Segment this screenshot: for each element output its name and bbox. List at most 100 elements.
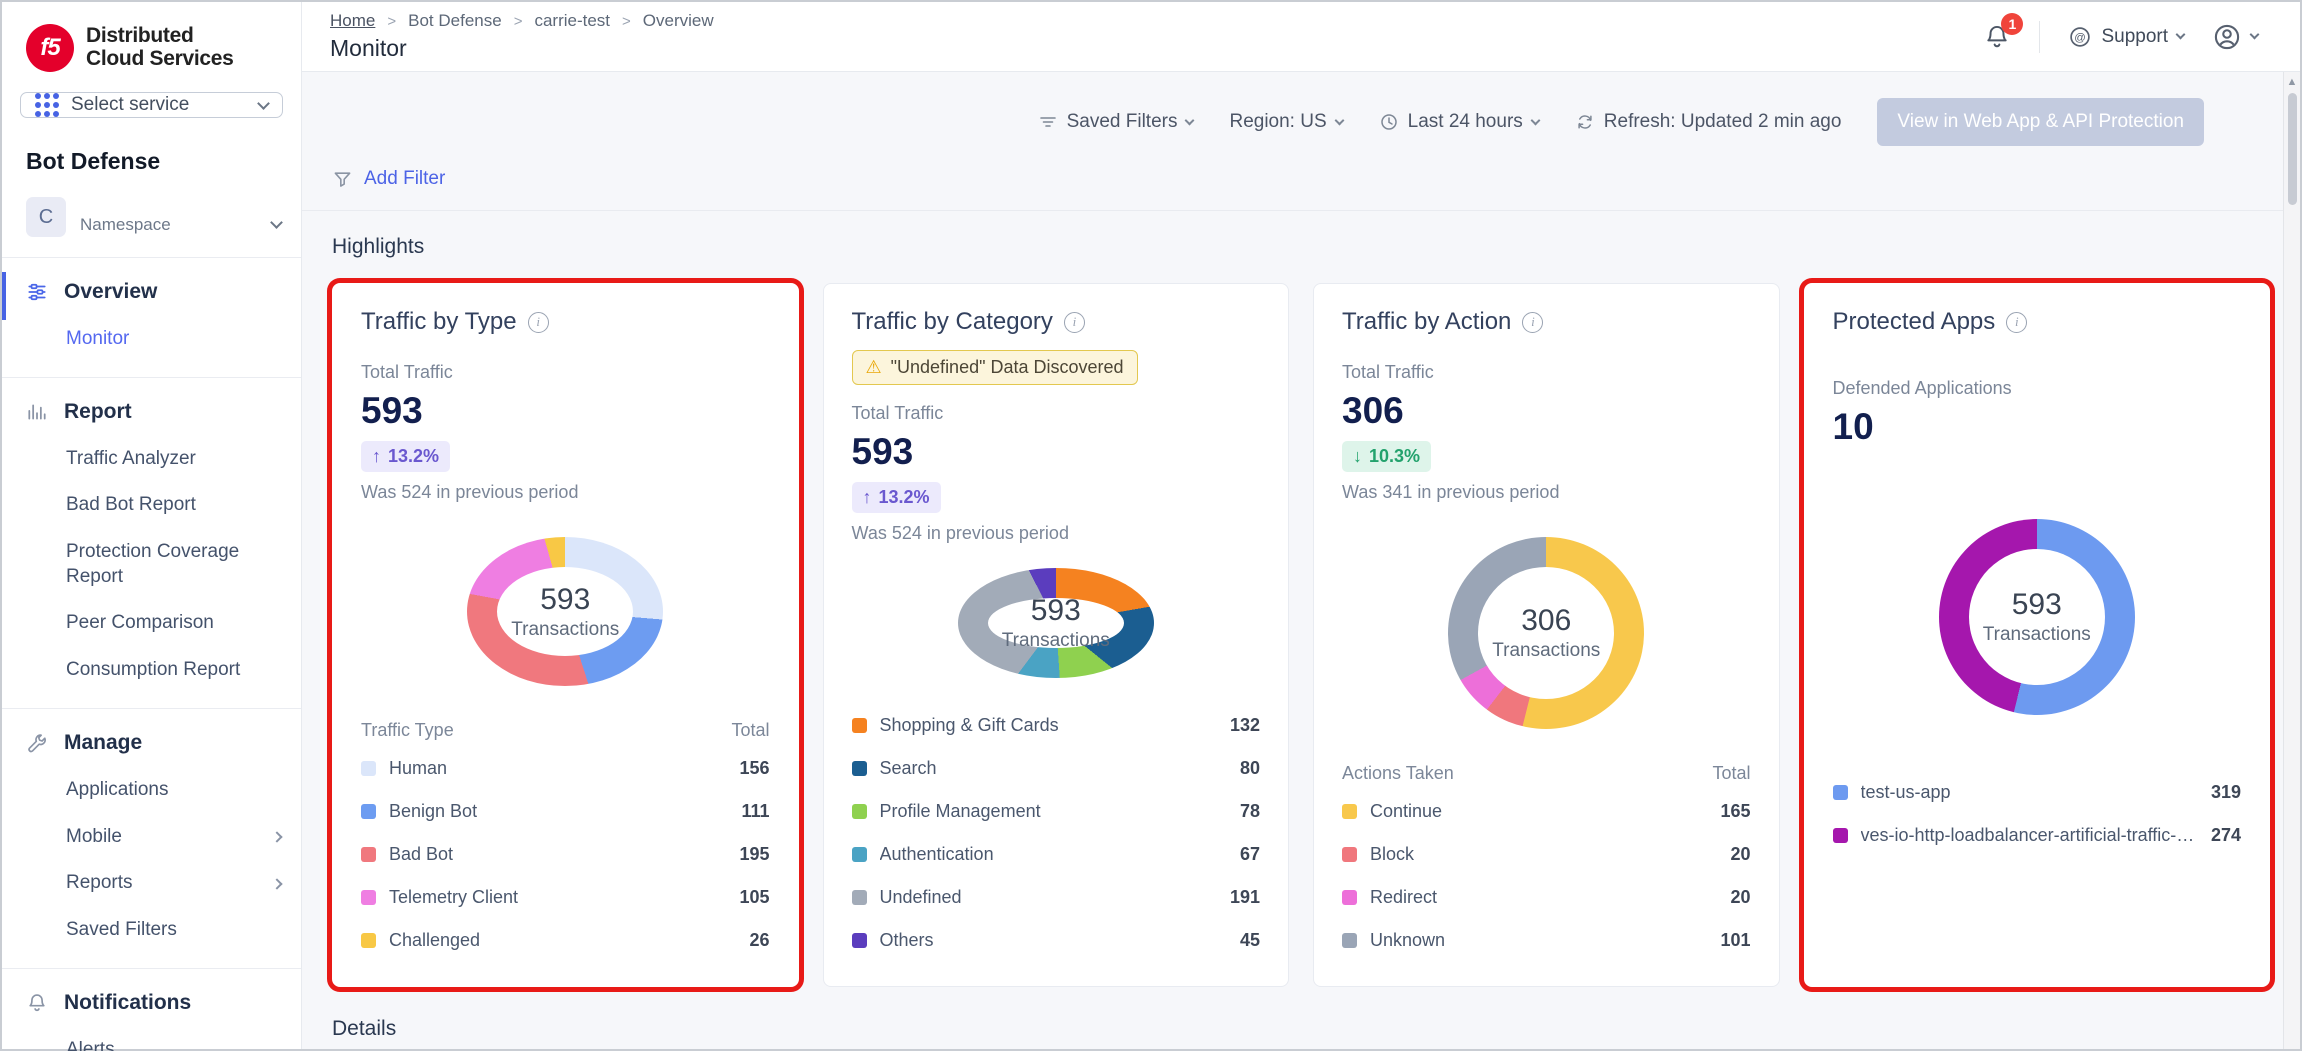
sidebar-section-label: Report bbox=[64, 400, 132, 424]
arrow-up-icon: ↑ bbox=[863, 487, 872, 508]
select-service-dropdown[interactable]: Select service bbox=[20, 92, 283, 118]
sidebar-item-alerts[interactable]: Alerts bbox=[2, 1027, 301, 1051]
legend-item-benign-bot[interactable]: Benign Bot111 bbox=[361, 790, 770, 833]
breadcrumb-bot-defense[interactable]: Bot Defense bbox=[408, 11, 502, 31]
legend-item-challenged[interactable]: Challenged26 bbox=[361, 919, 770, 962]
sidebar-item-peer-comparison[interactable]: Peer Comparison bbox=[2, 600, 301, 647]
legend-item-bad-bot[interactable]: Bad Bot195 bbox=[361, 833, 770, 876]
breadcrumb-home[interactable]: Home bbox=[330, 11, 375, 31]
donut-chart-traffic-by-action[interactable]: 306 Transactions bbox=[1448, 537, 1644, 729]
legend-item-continue[interactable]: Continue165 bbox=[1342, 790, 1751, 833]
add-filter-row: Add Filter bbox=[302, 168, 2300, 211]
legend-label: Telemetry Client bbox=[389, 887, 518, 908]
legend-item-block[interactable]: Block20 bbox=[1342, 833, 1751, 876]
legend-value: 274 bbox=[2199, 825, 2241, 846]
legend-item-undefined[interactable]: Undefined191 bbox=[852, 876, 1261, 919]
header-divider bbox=[2039, 21, 2040, 53]
region-dropdown[interactable]: Region: US bbox=[1229, 111, 1342, 133]
legend-value: 319 bbox=[2199, 782, 2241, 803]
legend-item-authentication[interactable]: Authentication67 bbox=[852, 833, 1261, 876]
highlights-cards: Traffic by Type i Total Traffic 593 ↑13.… bbox=[302, 275, 2300, 987]
donut-center: 593 Transactions bbox=[497, 567, 633, 656]
funnel-icon bbox=[332, 169, 353, 190]
sidebar-item-monitor[interactable]: Monitor bbox=[2, 316, 301, 363]
grid-icon bbox=[35, 93, 59, 117]
sidebar-item-label: Protection Coverage Report bbox=[66, 540, 242, 589]
warning-icon: ⚠ bbox=[866, 357, 882, 378]
sidebar-section-overview[interactable]: Overview bbox=[2, 266, 301, 316]
namespace-selector[interactable]: C Namespace bbox=[2, 183, 301, 258]
time-range-dropdown[interactable]: Last 24 hours bbox=[1379, 111, 1539, 133]
legend-item-redirect[interactable]: Redirect20 bbox=[1342, 876, 1751, 919]
scrollbar-thumb[interactable] bbox=[2288, 93, 2297, 205]
sidebar-item-label: Mobile bbox=[66, 825, 122, 850]
sidebar-item-traffic-analyzer[interactable]: Traffic Analyzer bbox=[2, 436, 301, 483]
legend-item-others[interactable]: Others45 bbox=[852, 919, 1261, 962]
donut-center-value: 593 bbox=[540, 583, 590, 617]
info-icon[interactable]: i bbox=[528, 312, 549, 333]
add-filter-button[interactable]: Add Filter bbox=[364, 168, 445, 190]
info-icon[interactable]: i bbox=[1522, 312, 1543, 333]
sidebar-item-saved-filters[interactable]: Saved Filters bbox=[2, 907, 301, 954]
donut-chart-traffic-by-type[interactable]: 593 Transactions bbox=[467, 537, 663, 686]
view-in-waap-button[interactable]: View in Web App & API Protection bbox=[1877, 98, 2204, 146]
legend-label: Others bbox=[880, 930, 934, 951]
info-icon[interactable]: i bbox=[1064, 312, 1085, 333]
nav-section-report: Report Traffic AnalyzerBad Bot Report Prot… bbox=[2, 378, 301, 709]
legend-header-right: Total bbox=[1712, 763, 1750, 784]
scrollbar-up-arrow[interactable]: ▲ bbox=[2287, 72, 2298, 88]
sidebar-item-consumption-report[interactable]: Consumption Report bbox=[2, 647, 301, 694]
breadcrumb-separator bbox=[387, 11, 396, 31]
donut-center-value: 593 bbox=[1031, 594, 1081, 628]
sidebar-item-mobile[interactable]: Mobile bbox=[2, 814, 301, 861]
saved-filters-dropdown[interactable]: Saved Filters bbox=[1038, 111, 1194, 133]
legend-label: Profile Management bbox=[880, 801, 1041, 822]
stat-label: Total Traffic bbox=[361, 362, 770, 383]
header-right: 1 @ Support bbox=[1983, 21, 2258, 53]
stat-value: 593 bbox=[852, 431, 1261, 473]
sidebar-item-bad-bot-report[interactable]: Bad Bot Report bbox=[2, 482, 301, 529]
nav-section-manage: ManageApplications Mobile ReportsSaved Fil… bbox=[2, 709, 301, 969]
chevron-down-icon bbox=[270, 216, 283, 229]
vertical-scrollbar[interactable]: ▲ bbox=[2283, 72, 2300, 1049]
chevron-right-icon bbox=[271, 831, 282, 842]
breadcrumb-namespace[interactable]: carrie-test bbox=[534, 11, 610, 31]
info-icon[interactable]: i bbox=[2006, 312, 2027, 333]
card-traffic-by-action: Traffic by Action i Total Traffic 306 ↓1… bbox=[1313, 283, 1780, 987]
donut-chart-traffic-by-category[interactable]: 593 Transactions bbox=[958, 568, 1154, 678]
donut-chart-protected-apps[interactable]: 593 Transactions bbox=[1939, 519, 2135, 715]
stat-value: 10 bbox=[1833, 406, 2242, 448]
breadcrumb-overview[interactable]: Overview bbox=[643, 11, 714, 31]
donut-center-label: Transactions bbox=[1492, 640, 1600, 662]
legend-item-telemetry-client[interactable]: Telemetry Client105 bbox=[361, 876, 770, 919]
legend-item-profile-management[interactable]: Profile Management 78 bbox=[852, 790, 1261, 833]
legend-item-search[interactable]: Search80 bbox=[852, 747, 1261, 790]
donut-center-label: Transactions bbox=[511, 619, 619, 641]
legend-item-unknown[interactable]: Unknown101 bbox=[1342, 919, 1751, 962]
account-menu[interactable] bbox=[2212, 22, 2258, 52]
legend-value: 191 bbox=[1218, 887, 1260, 908]
sidebar-section-report[interactable]: Report bbox=[2, 386, 301, 436]
legend-value: 20 bbox=[1718, 887, 1750, 908]
refresh-button[interactable]: Refresh: Updated 2 min ago bbox=[1575, 111, 1842, 133]
sidebar-item-label: Alerts bbox=[66, 1038, 115, 1051]
sidebar-item-protection-coverage-report[interactable]: Protection Coverage Report bbox=[2, 529, 301, 600]
sidebar-item-applications[interactable]: Applications bbox=[2, 767, 301, 814]
sidebar: f5 Distributed Cloud Services Select ser… bbox=[2, 2, 302, 1049]
notifications-bell-button[interactable]: 1 bbox=[1983, 23, 2011, 51]
legend-value: 78 bbox=[1228, 801, 1260, 822]
legend-item-test-us-app[interactable]: test-us-app319 bbox=[1833, 771, 2242, 814]
legend-item-human[interactable]: Human156 bbox=[361, 747, 770, 790]
highlights-heading: Highlights bbox=[302, 211, 2300, 275]
legend-value: 195 bbox=[727, 844, 769, 865]
sidebar-section-notifications[interactable]: Notifications bbox=[2, 977, 301, 1027]
donut-center-value: 306 bbox=[1521, 604, 1571, 638]
time-range-label: Last 24 hours bbox=[1408, 111, 1523, 133]
sidebar-item-reports[interactable]: Reports bbox=[2, 860, 301, 907]
donut-center-value: 593 bbox=[2012, 588, 2062, 622]
legend-item-ves-io-http-loadbalancer-artificial-traffic-test[interactable]: ves-io-http-loadbalancer-artificial-traf… bbox=[1833, 814, 2242, 857]
support-menu[interactable]: @ Support bbox=[2068, 25, 2184, 49]
legend-item-shopping-gift-cards[interactable]: Shopping & Gift Cards132 bbox=[852, 704, 1261, 747]
sidebar-section-manage[interactable]: Manage bbox=[2, 717, 301, 767]
legend: Actions Taken Total Continue165Block20Re… bbox=[1342, 763, 1751, 962]
